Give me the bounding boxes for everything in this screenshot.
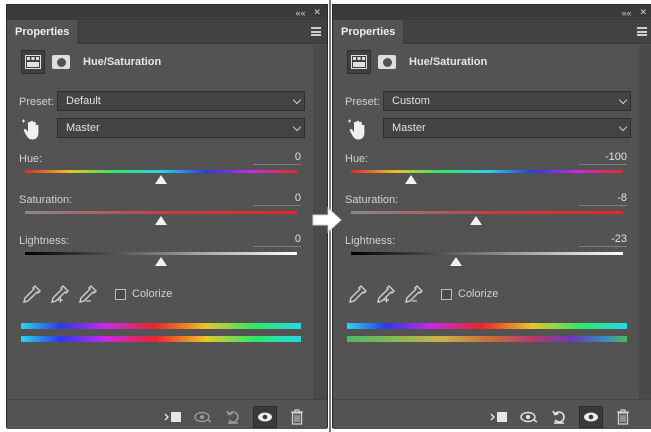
colorize-checkbox[interactable] xyxy=(115,288,126,300)
saturation-slider-track[interactable] xyxy=(25,211,297,214)
chevron-down-icon xyxy=(292,122,302,132)
channel-select[interactable]: Master xyxy=(383,118,631,138)
preset-select[interactable]: Default xyxy=(57,91,305,111)
output-color-bar xyxy=(21,336,301,342)
close-icon[interactable]: ✕ xyxy=(639,7,647,18)
hue-slider-track[interactable] xyxy=(25,170,297,173)
lightness-value-field[interactable]: 0 xyxy=(253,233,301,247)
panel-topstrip: «« ✕ xyxy=(333,5,651,20)
right-arrow-icon xyxy=(312,206,342,234)
properties-panel-before: «« ✕ Properties Hue/Saturation Preset: D… xyxy=(6,4,328,429)
colorize-checkbox[interactable] xyxy=(441,288,452,300)
eyedropper-plus-icon[interactable] xyxy=(49,283,71,305)
hand-scrubby-icon[interactable] xyxy=(21,119,41,141)
channel-select[interactable]: Master xyxy=(57,118,305,138)
hue-slider-track[interactable] xyxy=(351,170,623,173)
chevron-down-icon xyxy=(292,95,302,105)
lightness-label: Lightness: xyxy=(345,235,396,247)
eye-icon[interactable] xyxy=(253,406,277,428)
preset-label: Preset: xyxy=(345,96,380,108)
view-previous-state-icon[interactable] xyxy=(519,408,539,426)
lightness-slider-track[interactable] xyxy=(25,252,297,255)
tab-properties[interactable]: Properties xyxy=(333,20,403,44)
saturation-slider-thumb[interactable] xyxy=(155,216,167,225)
lightness-value-field[interactable]: -23 xyxy=(579,233,627,247)
eyedropper-tools: Colorize xyxy=(347,283,498,305)
saturation-label: Saturation: xyxy=(19,194,73,206)
chevron-down-icon xyxy=(618,95,628,105)
preset-select[interactable]: Custom xyxy=(383,91,631,111)
panel-footer xyxy=(7,399,327,429)
eye-icon[interactable] xyxy=(579,406,603,428)
panel-topstrip: «« ✕ xyxy=(7,5,327,20)
close-icon[interactable]: ✕ xyxy=(313,7,321,18)
channel-value: Master xyxy=(392,122,426,134)
tab-bar: Properties xyxy=(333,20,651,44)
lightness-label: Lightness: xyxy=(19,235,70,247)
preset-label: Preset: xyxy=(19,96,54,108)
saturation-label: Saturation: xyxy=(345,194,399,206)
levels-grid-icon[interactable] xyxy=(21,50,45,74)
tab-bar: Properties xyxy=(7,20,327,44)
hue-value-field[interactable]: -100 xyxy=(579,151,627,165)
adjustment-header: Hue/Saturation xyxy=(347,49,487,75)
eyedropper-icon[interactable] xyxy=(21,283,43,305)
clip-to-layer-icon[interactable] xyxy=(163,408,183,426)
reset-icon[interactable] xyxy=(549,408,569,426)
lightness-slider-track[interactable] xyxy=(351,252,623,255)
collapse-icon[interactable]: «« xyxy=(295,8,305,18)
saturation-slider-track[interactable] xyxy=(351,211,623,214)
eyedropper-minus-icon[interactable] xyxy=(77,283,99,305)
output-color-bar xyxy=(347,336,627,342)
chevron-down-icon xyxy=(618,122,628,132)
clip-to-layer-icon[interactable] xyxy=(489,408,509,426)
colorize-label: Colorize xyxy=(458,288,499,300)
lightness-slider-thumb[interactable] xyxy=(449,257,462,266)
reset-icon[interactable] xyxy=(223,408,243,426)
view-previous-state-icon[interactable] xyxy=(193,408,213,426)
adjustment-header: Hue/Saturation xyxy=(21,49,161,75)
tab-properties[interactable]: Properties xyxy=(7,20,77,44)
layer-mask-icon[interactable] xyxy=(49,50,73,74)
saturation-slider-thumb[interactable] xyxy=(470,216,483,225)
eyedropper-icon[interactable] xyxy=(347,283,369,305)
hue-value-field[interactable]: 0 xyxy=(253,151,301,165)
preset-value: Custom xyxy=(392,95,430,107)
hand-scrubby-icon[interactable] xyxy=(347,119,367,141)
colorize-label: Colorize xyxy=(132,288,173,300)
trash-icon[interactable] xyxy=(613,408,633,426)
saturation-value-field[interactable]: -8 xyxy=(579,192,627,206)
adjustment-title: Hue/Saturation xyxy=(83,56,162,68)
panel-menu-icon[interactable] xyxy=(311,27,321,36)
collapse-icon[interactable]: «« xyxy=(621,8,631,18)
adjustment-title: Hue/Saturation xyxy=(409,56,488,68)
panel-menu-icon[interactable] xyxy=(637,27,647,36)
hue-label: Hue: xyxy=(19,153,43,165)
eyedropper-minus-icon[interactable] xyxy=(403,283,425,305)
eyedropper-tools: Colorize xyxy=(21,283,172,305)
eyedropper-plus-icon[interactable] xyxy=(375,283,397,305)
trash-icon[interactable] xyxy=(287,408,307,426)
preset-value: Default xyxy=(66,95,101,107)
hue-slider-thumb[interactable] xyxy=(155,175,167,184)
lightness-slider-thumb[interactable] xyxy=(155,257,167,266)
saturation-value-field[interactable]: 0 xyxy=(253,192,301,206)
hue-label: Hue: xyxy=(345,153,369,165)
input-color-bar xyxy=(347,323,627,329)
properties-panel-after: «« ✕ Properties Hue/Saturation Preset: C… xyxy=(332,4,651,429)
comparison-stage: «« ✕ Properties Hue/Saturation Preset: D… xyxy=(0,0,651,432)
layer-mask-icon[interactable] xyxy=(375,50,399,74)
hue-slider-thumb[interactable] xyxy=(405,175,418,184)
input-color-bar xyxy=(21,323,301,329)
panel-footer xyxy=(333,399,651,429)
panel-scrollbar[interactable] xyxy=(639,45,651,399)
levels-grid-icon[interactable] xyxy=(347,50,371,74)
channel-value: Master xyxy=(66,122,100,134)
